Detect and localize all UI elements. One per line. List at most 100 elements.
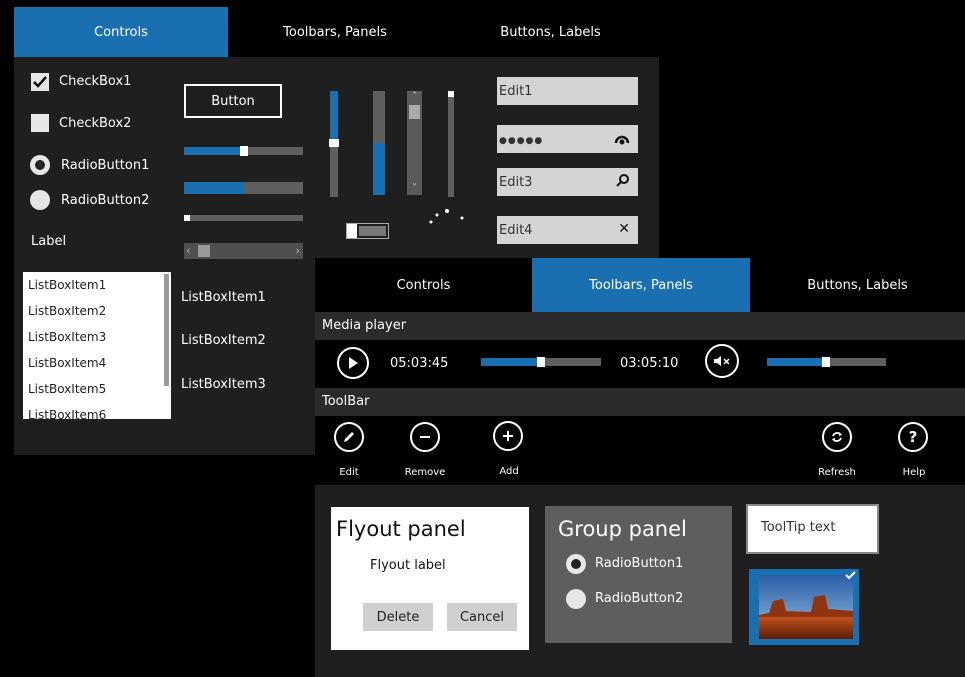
checkbox2[interactable] bbox=[31, 114, 49, 132]
help-icon: ? bbox=[908, 428, 918, 446]
progress-bar bbox=[184, 182, 303, 194]
list-view-item[interactable]: ListBoxItem3 bbox=[181, 377, 266, 392]
slider-thumb[interactable] bbox=[329, 139, 339, 147]
edit4-field[interactable]: Edit4 ✕ bbox=[497, 216, 638, 244]
cancel-button[interactable]: Cancel bbox=[447, 603, 517, 631]
edit3-value: Edit3 bbox=[499, 175, 533, 190]
group-radio-button-2[interactable] bbox=[566, 589, 586, 609]
checkbox1-label: CheckBox1 bbox=[59, 74, 132, 89]
media-progress-slider[interactable] bbox=[481, 357, 601, 367]
reveal-password-icon[interactable] bbox=[614, 131, 630, 145]
checkbox1[interactable] bbox=[31, 73, 49, 91]
list-item[interactable]: ListBoxItem5 bbox=[23, 376, 171, 402]
scroll-thumb[interactable] bbox=[409, 105, 420, 119]
edit1-field[interactable]: Edit1 bbox=[497, 77, 638, 105]
checkbox2-label: CheckBox2 bbox=[59, 116, 132, 131]
list-item[interactable]: ListBoxItem2 bbox=[23, 298, 171, 324]
static-label: Label bbox=[31, 234, 67, 249]
horizontal-slider-1[interactable] bbox=[184, 146, 303, 156]
list-item[interactable]: ListBoxItem3 bbox=[23, 324, 171, 350]
radio-button-1[interactable] bbox=[30, 155, 50, 175]
vertical-scrollbar[interactable]: ˄ ˅ bbox=[407, 91, 422, 195]
slider-thumb[interactable] bbox=[184, 215, 190, 221]
scroll-up-icon[interactable]: ˄ bbox=[407, 91, 422, 103]
group-radio-button-1[interactable] bbox=[566, 554, 586, 574]
minus-icon bbox=[420, 436, 430, 438]
flyout-title: Flyout panel bbox=[336, 517, 466, 541]
elapsed-time: 05:03:45 bbox=[390, 356, 449, 371]
image-tile[interactable] bbox=[749, 569, 859, 645]
toolbar: Edit Remove Add Refresh ? Help bbox=[315, 416, 965, 485]
flyout-label: Flyout label bbox=[370, 558, 446, 573]
toggle-knob[interactable] bbox=[347, 224, 357, 238]
radio-dot bbox=[35, 160, 45, 170]
edit4-value: Edit4 bbox=[499, 223, 533, 238]
progress-fill bbox=[184, 182, 244, 194]
refresh-icon bbox=[832, 432, 842, 442]
horizontal-slider-2[interactable] bbox=[184, 215, 303, 221]
vertical-slider-2[interactable] bbox=[448, 91, 454, 197]
remove-label: Remove bbox=[404, 467, 446, 478]
radio-button-1-label: RadioButton1 bbox=[61, 158, 150, 173]
vertical-slider-1[interactable] bbox=[329, 91, 339, 197]
add-label: Add bbox=[499, 466, 519, 477]
mute-icon bbox=[714, 356, 730, 366]
clear-icon[interactable]: ✕ bbox=[618, 221, 630, 237]
list-item[interactable]: ListBoxItem1 bbox=[23, 272, 171, 298]
slider-fill bbox=[330, 91, 338, 143]
refresh-button[interactable] bbox=[822, 422, 852, 452]
plus-icon bbox=[503, 431, 513, 441]
radio-button-2[interactable] bbox=[30, 190, 50, 210]
group-radio-button-2-label: RadioButton2 bbox=[595, 591, 684, 606]
toolbar-header: ToolBar bbox=[315, 388, 965, 416]
controls-window-2: Controls Toolbars, Panels Buttons, Label… bbox=[315, 258, 965, 677]
horizontal-scrollbar[interactable]: ‹ › bbox=[184, 243, 303, 259]
tab-toolbars-panels[interactable]: Toolbars, Panels bbox=[532, 258, 750, 312]
list-box[interactable]: ListBoxItem1 ListBoxItem2 ListBoxItem3 L… bbox=[23, 272, 171, 419]
help-button[interactable]: ? bbox=[898, 422, 928, 452]
slider-fill bbox=[767, 358, 822, 366]
scroll-left-icon[interactable]: ‹ bbox=[186, 243, 190, 259]
list-item[interactable]: ListBoxItem6 bbox=[23, 402, 171, 419]
radio-button-2-label: RadioButton2 bbox=[61, 193, 150, 208]
volume-slider[interactable] bbox=[767, 357, 886, 367]
list-view-item[interactable]: ListBoxItem1 bbox=[181, 290, 266, 305]
tab-buttons-labels[interactable]: Buttons, Labels bbox=[750, 258, 965, 312]
scroll-down-icon[interactable]: ˅ bbox=[407, 183, 422, 195]
toggle-switch[interactable] bbox=[346, 223, 389, 239]
list-view-item[interactable]: ListBoxItem2 bbox=[181, 333, 266, 348]
delete-button[interactable]: Delete bbox=[363, 603, 433, 631]
tab-bar: Controls Toolbars, Panels Buttons, Label… bbox=[315, 258, 965, 312]
tab-toolbars-panels[interactable]: Toolbars, Panels bbox=[228, 7, 442, 57]
toggle-track bbox=[359, 226, 386, 236]
play-button[interactable] bbox=[337, 347, 369, 379]
slider-thumb[interactable] bbox=[537, 357, 545, 367]
slider-thumb[interactable] bbox=[240, 146, 248, 156]
edit-label: Edit bbox=[339, 467, 359, 478]
group-radio-button-1-label: RadioButton1 bbox=[595, 556, 684, 571]
group-title: Group panel bbox=[558, 517, 687, 541]
remove-button[interactable] bbox=[410, 422, 440, 452]
scroll-right-icon[interactable]: › bbox=[296, 243, 300, 259]
tab-buttons-labels[interactable]: Buttons, Labels bbox=[442, 7, 659, 57]
slider-thumb[interactable] bbox=[822, 357, 830, 367]
search-icon[interactable] bbox=[616, 173, 630, 187]
tab-controls[interactable]: Controls bbox=[315, 258, 532, 312]
tooltip: ToolTip text bbox=[746, 504, 879, 554]
flyout-panel: Flyout panel Flyout label Delete Cancel bbox=[331, 507, 529, 650]
tab-controls[interactable]: Controls bbox=[14, 7, 228, 57]
slider-fill bbox=[184, 147, 240, 155]
scroll-thumb[interactable] bbox=[198, 245, 210, 257]
list-item[interactable]: ListBoxItem4 bbox=[23, 350, 171, 376]
list-scrollbar[interactable] bbox=[164, 274, 169, 386]
button[interactable]: Button bbox=[184, 84, 282, 118]
password-field[interactable]: ●●●●● bbox=[497, 125, 638, 153]
slider-thumb[interactable] bbox=[448, 91, 454, 97]
selected-check-icon bbox=[839, 569, 859, 589]
mute-button[interactable] bbox=[705, 344, 739, 378]
add-button[interactable] bbox=[493, 421, 523, 451]
edit3-field[interactable]: Edit3 bbox=[497, 168, 638, 196]
media-player-header: Media player bbox=[315, 312, 965, 340]
edit-button[interactable] bbox=[334, 422, 364, 452]
media-player: 05:03:45 03:05:10 bbox=[315, 340, 965, 388]
